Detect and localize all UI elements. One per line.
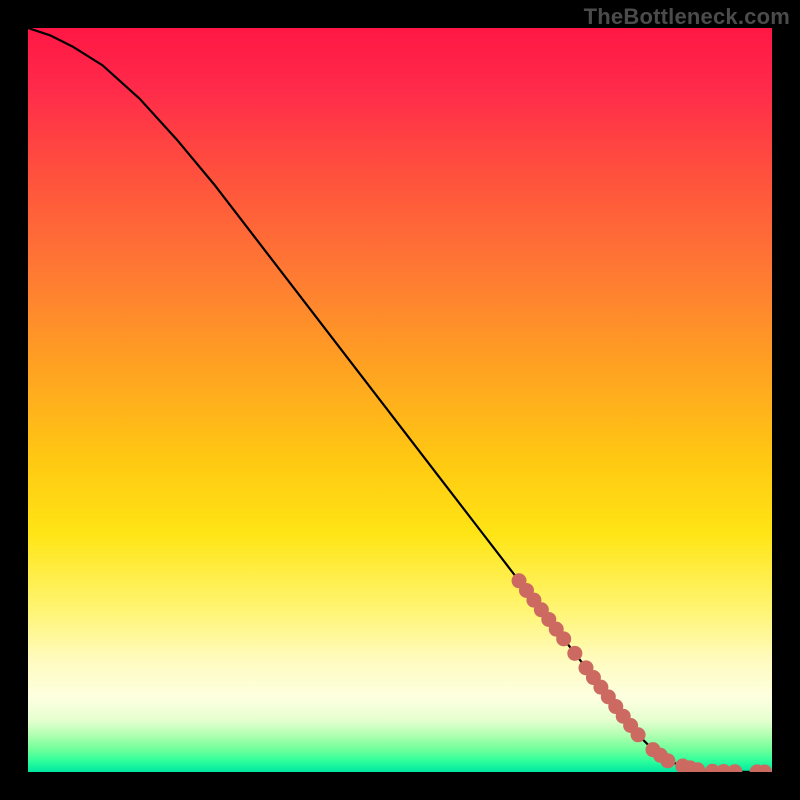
plot-area xyxy=(28,28,772,772)
curve-marker xyxy=(631,727,646,742)
curve-marker xyxy=(556,631,571,646)
curve-marker xyxy=(727,764,742,772)
curve-marker xyxy=(660,753,675,768)
watermark-text: TheBottleneck.com xyxy=(584,4,790,30)
chart-frame: TheBottleneck.com xyxy=(0,0,800,800)
chart-svg xyxy=(28,28,772,772)
curve-markers xyxy=(512,573,772,772)
bottleneck-curve-line xyxy=(28,28,772,772)
curve-marker xyxy=(567,646,582,661)
